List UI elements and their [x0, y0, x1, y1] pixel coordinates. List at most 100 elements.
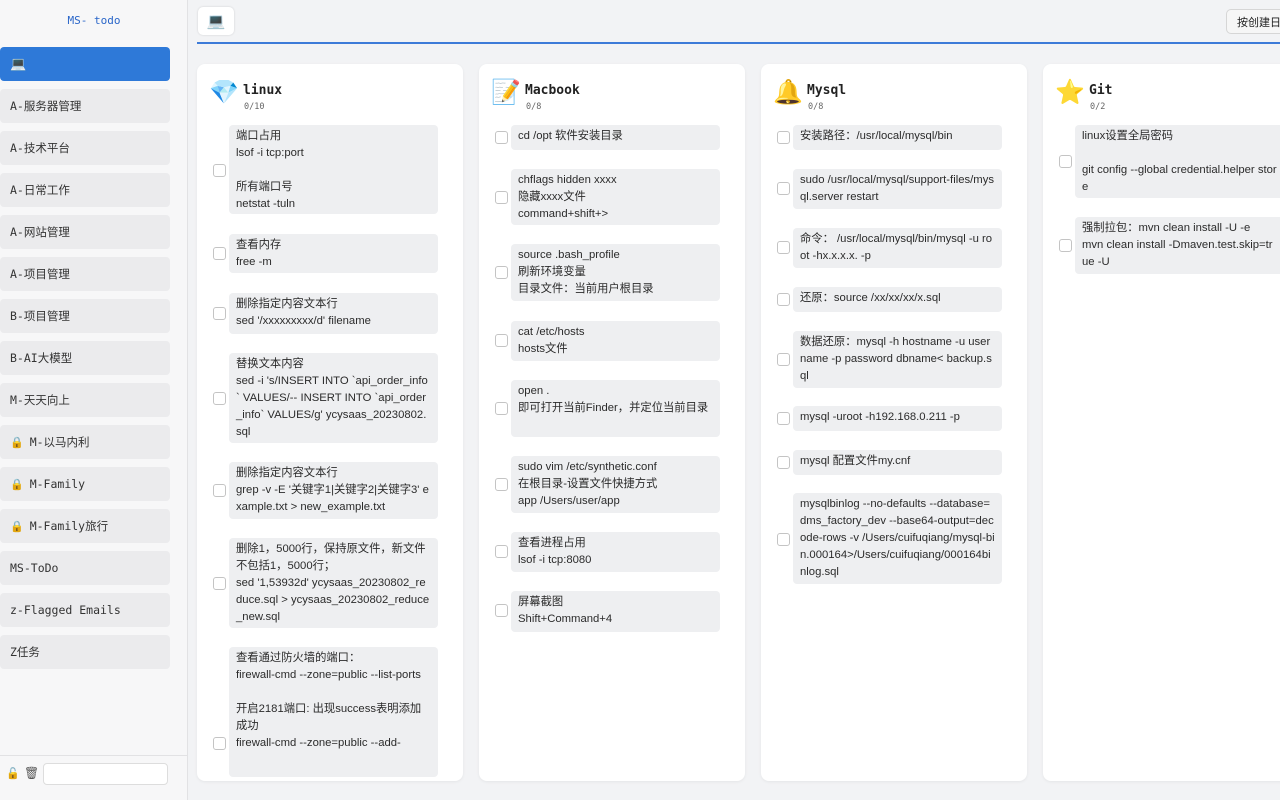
task-text[interactable]: 删除指定内容文本行 grep -v -E '关键字1|关键字2|关键字3' ex… [229, 462, 438, 519]
sidebar-item-computer[interactable]: 💻 [0, 47, 170, 81]
task-checkbox[interactable] [213, 577, 226, 590]
task-text[interactable]: 数据还原：mysql -h hostname -u username -p pa… [793, 331, 1002, 388]
sidebar-item-server-mgmt[interactable]: A-服务器管理 [0, 89, 170, 123]
sidebar-item-label: M-天天向上 [10, 393, 70, 407]
task-text[interactable]: 查看内存 free -m [229, 234, 438, 273]
task-checkbox[interactable] [777, 533, 790, 546]
header-divider [197, 42, 1280, 44]
task-checkbox[interactable] [495, 131, 508, 144]
sidebar-item-immanuel[interactable]: 🔒 M-以马内利 [0, 425, 170, 459]
task-text[interactable]: cat /etc/hosts hosts文件 [511, 321, 720, 361]
gem-icon: 💎 [209, 78, 239, 106]
task-text[interactable]: 强制拉包：mvn clean install -U -e mvn clean i… [1075, 217, 1280, 274]
sidebar-item-label: Z任务 [10, 645, 40, 659]
task-text[interactable]: linux设置全局密码 git config --global credenti… [1075, 125, 1280, 198]
sort-by-created-button[interactable]: 按创建日 [1226, 9, 1280, 34]
task-checkbox[interactable] [213, 392, 226, 405]
task-text[interactable]: 安装路径：/usr/local/mysql/bin [793, 125, 1002, 150]
sidebar-item-b-project-mgmt[interactable]: B-项目管理 [0, 299, 170, 333]
task-checkbox[interactable] [495, 604, 508, 617]
sidebar-item-family-travel[interactable]: 🔒 M-Family旅行 [0, 509, 170, 543]
column-title: linux [243, 83, 283, 98]
task-text[interactable]: 删除1，5000行，保持原文件，新文件不包括1，5000行； sed '1,53… [229, 538, 438, 628]
column-macbook: 📝 Macbook 0/8 cd /opt 软件安装目录 chflags hid… [479, 64, 745, 781]
task-text[interactable]: 删除指定内容文本行 sed '/xxxxxxxxx/d' filename [229, 293, 438, 334]
task-text[interactable]: 屏幕截图 Shift+Command+4 [511, 591, 720, 632]
sidebar-item-label: A-项目管理 [10, 267, 70, 281]
laptop-icon: 💻 [206, 12, 226, 30]
sidebar-item-label: A-日常工作 [10, 183, 70, 197]
task-text[interactable]: 替换文本内容 sed -i 's/INSERT INTO `api_order_… [229, 353, 438, 443]
sidebar-item-label: MS-ToDo [10, 561, 59, 575]
column-title: Git [1089, 83, 1113, 98]
sidebar-item-tech-platform[interactable]: A-技术平台 [0, 131, 170, 165]
sidebar-item-label: B-项目管理 [10, 309, 70, 323]
unlock-icon[interactable]: 🔓 [6, 767, 20, 780]
sidebar-item-ai-models[interactable]: B-AI大模型 [0, 341, 170, 375]
star-icon: ⭐ [1055, 78, 1085, 106]
sidebar-item-label: B-AI大模型 [10, 351, 73, 365]
task-checkbox[interactable] [1059, 239, 1072, 252]
task-checkbox[interactable] [495, 334, 508, 347]
task-checkbox[interactable] [777, 241, 790, 254]
task-text[interactable]: sudo /usr/local/mysql/support-files/mysq… [793, 169, 1002, 209]
task-checkbox[interactable] [1059, 155, 1072, 168]
task-checkbox[interactable] [213, 247, 226, 260]
sidebar-item-flagged-emails[interactable]: z-Flagged Emails [0, 593, 170, 627]
task-text[interactable]: 查看进程占用 lsof -i tcp:8080 [511, 532, 720, 572]
task-text[interactable]: source .bash_profile 刷新环境变量 目录文件：当前用户根目录 [511, 244, 720, 301]
column-count: 0/8 [526, 102, 542, 112]
task-checkbox[interactable] [495, 191, 508, 204]
task-checkbox[interactable] [777, 456, 790, 469]
task-text[interactable]: 查看通过防火墙的端口： firewall-cmd --zone=public -… [229, 647, 438, 777]
task-checkbox[interactable] [777, 131, 790, 144]
task-text[interactable]: 还原：source /xx/xx/xx/x.sql [793, 287, 1002, 312]
bell-icon: 🔔 [773, 78, 803, 106]
task-checkbox[interactable] [777, 412, 790, 425]
task-text[interactable]: cd /opt 软件安装目录 [511, 125, 720, 150]
task-checkbox[interactable] [213, 164, 226, 177]
sidebar-item-website-mgmt[interactable]: A-网站管理 [0, 215, 170, 249]
sidebar-item-daily-work[interactable]: A-日常工作 [0, 173, 170, 207]
list-icon-button[interactable]: 💻 [198, 7, 234, 35]
column-count: 0/2 [1090, 102, 1106, 112]
lock-icon: 🔒 [10, 519, 24, 533]
sidebar-item-label: M-Family旅行 [29, 519, 109, 533]
task-checkbox[interactable] [213, 484, 226, 497]
trash-icon[interactable]: 🗑 [24, 766, 39, 780]
task-checkbox[interactable] [777, 182, 790, 195]
task-text[interactable]: mysql 配置文件my.cnf [793, 450, 1002, 475]
task-text[interactable]: sudo vim /etc/synthetic.conf 在根目录-设置文件快捷… [511, 456, 720, 513]
sidebar-item-ms-todo[interactable]: MS-ToDo [0, 551, 170, 585]
column-title: Macbook [525, 83, 580, 98]
task-text[interactable]: 命令： /usr/local/mysql/bin/mysql -u root -… [793, 228, 1002, 268]
sidebar-item-family[interactable]: 🔒 M-Family [0, 467, 170, 501]
new-list-input[interactable] [43, 763, 168, 785]
sidebar-item-z-tasks[interactable]: Z任务 [0, 635, 170, 669]
sidebar-divider [0, 755, 187, 756]
sidebar-item-daily-progress[interactable]: M-天天向上 [0, 383, 170, 417]
task-text[interactable]: mysqlbinlog --no-defaults --database=dms… [793, 493, 1002, 584]
column-git: ⭐ Git 0/2 linux设置全局密码 git config --globa… [1043, 64, 1280, 781]
sidebar-item-label: M-Family [29, 477, 86, 491]
column-title: Mysql [807, 83, 847, 98]
task-checkbox[interactable] [777, 293, 790, 306]
task-text[interactable]: chflags hidden xxxx 隐藏xxxx文件 command+shi… [511, 169, 720, 225]
task-checkbox[interactable] [777, 353, 790, 366]
sidebar-item-label: M-以马内利 [29, 435, 90, 449]
task-checkbox[interactable] [495, 545, 508, 558]
task-text[interactable]: 端口占用 lsof -i tcp:port 所有端口号 netstat -tul… [229, 125, 438, 214]
sidebar-item-a-project-mgmt[interactable]: A-项目管理 [0, 257, 170, 291]
task-checkbox[interactable] [213, 737, 226, 750]
lock-icon: 🔒 [10, 435, 24, 449]
task-checkbox[interactable] [213, 307, 226, 320]
task-checkbox[interactable] [495, 266, 508, 279]
task-text[interactable]: open . 即可打开当前Finder，并定位当前目录 [511, 380, 720, 437]
task-checkbox[interactable] [495, 478, 508, 491]
lock-icon: 🔒 [10, 477, 24, 491]
column-mysql: 🔔 Mysql 0/8 安装路径：/usr/local/mysql/bin su… [761, 64, 1027, 781]
sidebar: MS- todo 💻 A-服务器管理 A-技术平台 A-日常工作 A-网站管理 … [0, 0, 188, 800]
task-text[interactable]: mysql -uroot -h192.168.0.211 -p [793, 406, 1002, 431]
sidebar-item-label: A-技术平台 [10, 141, 70, 155]
task-checkbox[interactable] [495, 402, 508, 415]
